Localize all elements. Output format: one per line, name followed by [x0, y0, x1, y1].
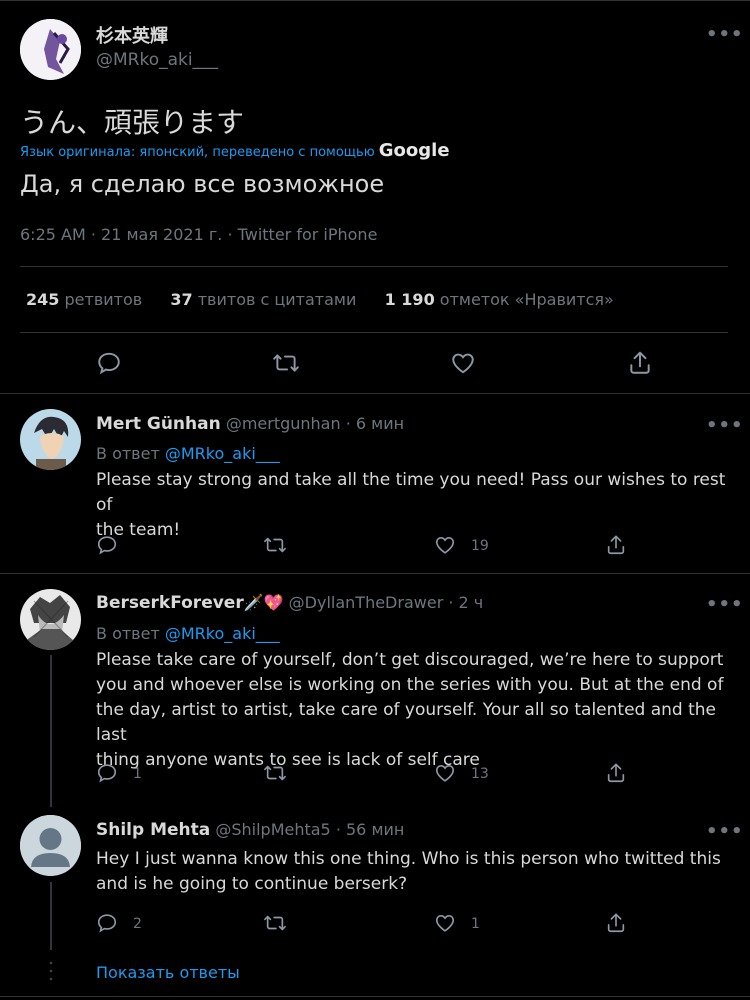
replying-to: В ответ @MRko_aki___ — [96, 444, 280, 463]
reply-count: 1 — [133, 766, 142, 782]
reply-header: Mert Günhan @mertgunhan · 6 мин — [96, 414, 404, 434]
replying-to-handle[interactable]: @MRko_aki___ — [165, 444, 280, 463]
quotes-stat[interactable]: 37 твитов с цитатами — [170, 290, 356, 309]
reply-text: Please take care of yourself, don’t get … — [96, 650, 724, 770]
name-emoji: 🗡️💖 — [243, 593, 284, 612]
like-icon[interactable] — [434, 912, 456, 934]
google-logo: Google — [378, 140, 450, 161]
main-display-name[interactable]: 杉本英輝 — [96, 22, 168, 48]
tweet-text: うん、頑張ります — [20, 106, 245, 139]
retweets-stat[interactable]: 245 ретвитов — [26, 290, 142, 309]
reply-icon[interactable] — [96, 534, 118, 556]
reply-header: Shilp Mehta @ShilpMehta5 · 56 мин — [96, 820, 404, 840]
retweet-icon[interactable] — [263, 762, 287, 784]
reply-display-name[interactable]: Shilp Mehta — [96, 820, 210, 840]
divider — [20, 266, 728, 267]
divider — [0, 393, 750, 394]
like-count: 19 — [471, 538, 489, 554]
reply-display-name[interactable]: BerserkForever — [96, 593, 244, 613]
reply-time[interactable]: · 56 мин — [336, 820, 405, 839]
share-icon[interactable] — [605, 912, 627, 934]
more-icon[interactable]: ••• — [706, 417, 744, 435]
reply-avatar[interactable] — [20, 815, 81, 876]
retweet-icon[interactable] — [272, 350, 300, 376]
share-icon[interactable] — [605, 762, 627, 784]
more-icon[interactable]: ••• — [706, 596, 744, 614]
reply-time[interactable]: · 6 мин — [346, 414, 404, 433]
like-count: 13 — [471, 766, 489, 782]
like-icon[interactable] — [450, 350, 476, 376]
share-icon[interactable] — [627, 350, 653, 376]
main-avatar[interactable] — [20, 19, 81, 80]
divider — [0, 996, 750, 997]
divider — [20, 332, 728, 333]
reply-handle[interactable]: @ShilpMehta5 — [215, 820, 330, 839]
reply-icon[interactable] — [96, 350, 122, 376]
replying-to: В ответ @MRko_aki___ — [96, 624, 280, 643]
more-icon[interactable]: ••• — [706, 823, 744, 841]
reply-time[interactable]: · 2 ч — [448, 593, 483, 612]
retweet-icon[interactable] — [263, 534, 287, 556]
thread-dots — [49, 960, 53, 984]
reply-handle[interactable]: @mertgunhan — [226, 414, 341, 433]
translation-note-label[interactable]: Язык оригинала: японский, переведено с п… — [20, 145, 375, 160]
reply-icon[interactable] — [96, 762, 118, 784]
reply-count: 2 — [133, 916, 142, 932]
more-icon[interactable]: ••• — [706, 26, 744, 44]
translation-note: Язык оригинала: японский, переведено с п… — [20, 140, 450, 161]
tweet-timestamp[interactable]: 6:25 AM · 21 мая 2021 г. · Twitter for i… — [20, 225, 377, 244]
reply-icon[interactable] — [96, 912, 118, 934]
thread-line — [50, 655, 52, 807]
like-icon[interactable] — [434, 534, 456, 556]
divider — [0, 573, 750, 574]
show-replies-link[interactable]: Показать ответы — [96, 963, 240, 982]
translated-text: Да, я сделаю все возможное — [20, 170, 385, 198]
reply-handle[interactable]: @DyllanTheDrawer — [289, 593, 444, 612]
stats-row: 245 ретвитов 37 твитов с цитатами 1 190 … — [26, 290, 614, 309]
like-icon[interactable] — [434, 762, 456, 784]
likes-stat[interactable]: 1 190 отметок «Нравится» — [385, 290, 614, 309]
reply-text: Hey I just wanna know this one thing. Wh… — [96, 849, 721, 894]
reply-avatar[interactable] — [20, 409, 81, 470]
top-border — [0, 0, 750, 1]
like-count: 1 — [471, 916, 480, 932]
reply-avatar[interactable] — [20, 589, 81, 650]
reply-header: BerserkForever🗡️💖 @DyllanTheDrawer · 2 ч — [96, 593, 483, 613]
retweet-icon[interactable] — [263, 912, 287, 934]
replying-to-handle[interactable]: @MRko_aki___ — [165, 624, 280, 643]
thread-line — [50, 882, 52, 950]
share-icon[interactable] — [605, 534, 627, 556]
reply-text: Please stay strong and take all the time… — [96, 470, 726, 540]
main-handle[interactable]: @MRko_aki___ — [96, 50, 218, 70]
reply-display-name[interactable]: Mert Günhan — [96, 414, 221, 434]
